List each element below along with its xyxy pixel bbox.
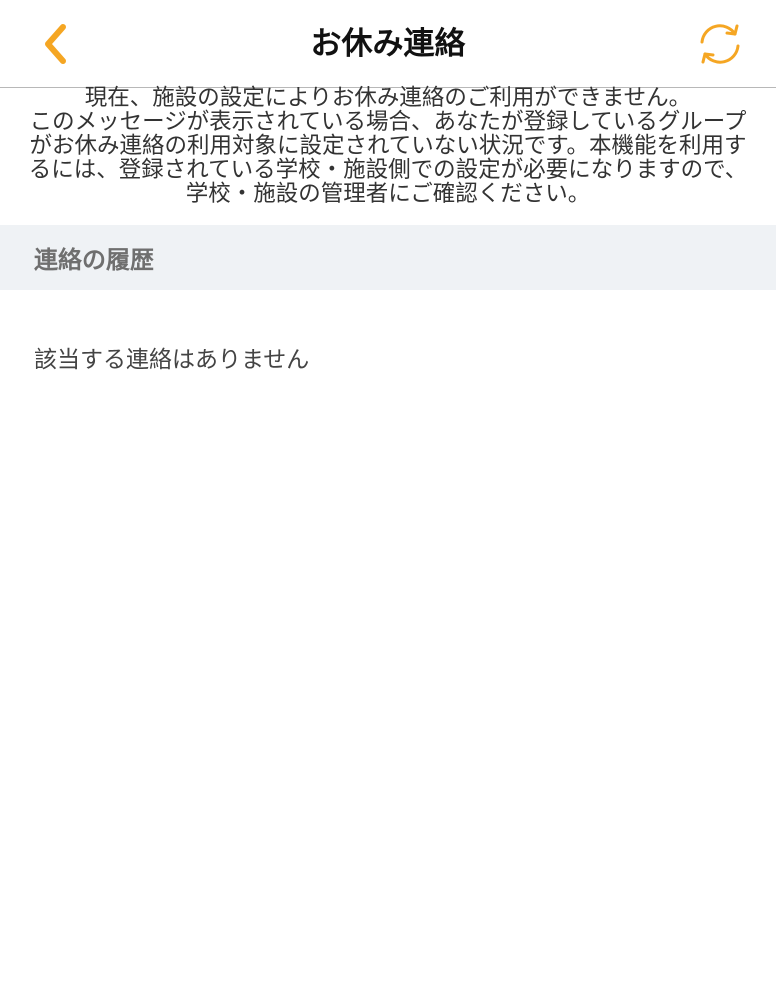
history-section-header: 連絡の履歴 — [0, 225, 776, 290]
unavailable-notice: 現在、施設の設定によりお休み連絡のご利用ができません。 このメッセージが表示され… — [0, 86, 776, 206]
page-title: お休み連絡 — [310, 26, 466, 62]
refresh-button[interactable] — [690, 16, 750, 72]
notice-line: がお休み連絡の利用対象に設定されていない状況です。本機能を利用す — [29, 133, 747, 159]
notice-line: るには、登録されている学校・施設側での設定が必要になりますので、 — [28, 157, 748, 183]
notice-line: 学校・施設の管理者にご確認ください。 — [185, 181, 591, 207]
navigation-bar: お休み連絡 — [0, 0, 776, 88]
notice-line: 現在、施設の設定によりお休み連絡のご利用ができません。 — [84, 85, 692, 111]
notice-line: このメッセージが表示されている場合、あなたが登録しているグループ — [29, 109, 747, 135]
screen: お休み連絡 現在、施設の設定によりお休み連絡のご利用ができません。 このメッセー… — [0, 0, 776, 999]
history-section-title: 連絡の履歴 — [34, 246, 154, 274]
refresh-icon — [700, 24, 740, 64]
empty-history-message: 該当する連絡はありません — [34, 347, 310, 373]
